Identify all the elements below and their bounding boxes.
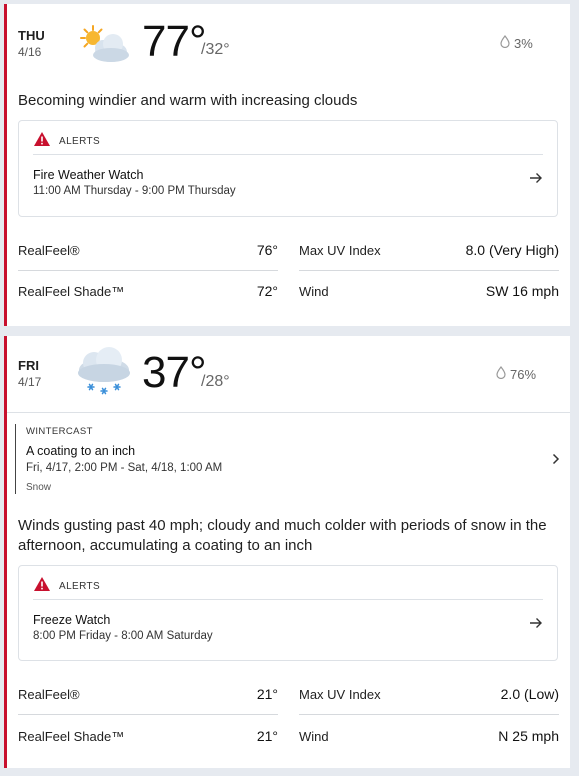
uv-index-row: Max UV Index 2.0 (Low): [299, 686, 559, 702]
raindrop-icon: [496, 366, 506, 382]
day-of-week: THU: [18, 28, 45, 43]
day-label: THU 4/16: [18, 28, 45, 60]
high-temperature: 77°: [142, 17, 207, 66]
alert-time: 11:00 AM Thursday - 9:00 PM Thursday: [33, 185, 236, 197]
alerts-label: ALERTS: [59, 581, 101, 592]
alert-card-freeze-watch[interactable]: ALERTS Freeze Watch 8:00 PM Friday - 8:0…: [18, 565, 558, 661]
uv-index-value: 8.0 (Very High): [465, 242, 559, 258]
realfeel-value: 21°: [256, 686, 278, 702]
wind-value: N 25 mph: [498, 728, 559, 744]
alert-header: ALERTS: [33, 131, 100, 152]
realfeel-shade-row: RealFeel Shade™ 21°: [18, 728, 278, 744]
partly-cloudy-sun-icon: [77, 22, 133, 71]
arrow-right-icon[interactable]: [529, 616, 543, 634]
realfeel-row: RealFeel® 76°: [18, 242, 278, 258]
realfeel-label: RealFeel®: [18, 686, 80, 702]
realfeel-shade-label: RealFeel Shade™: [18, 728, 125, 744]
wind-label: Wind: [299, 283, 329, 299]
realfeel-label: RealFeel®: [18, 242, 80, 258]
precip-value: 76%: [510, 366, 537, 382]
chevron-right-icon[interactable]: [552, 452, 560, 470]
alert-card-fire-weather[interactable]: ALERTS Fire Weather Watch 11:00 AM Thurs…: [18, 120, 558, 217]
snow-cloud-icon: [75, 346, 133, 403]
day-date: 4/16: [18, 45, 42, 59]
uv-index-label: Max UV Index: [299, 242, 381, 258]
uv-index-row: Max UV Index 8.0 (Very High): [299, 242, 559, 258]
wind-value: SW 16 mph: [485, 283, 559, 299]
precip-probability: 3%: [500, 35, 533, 51]
alert-divider: [33, 154, 543, 155]
alert-title: Freeze Watch: [33, 613, 111, 627]
section-divider: [7, 412, 570, 413]
day-card-friday[interactable]: FRI 4/17 37° /28° 76% WINTERCAST A coati…: [4, 336, 570, 768]
alerts-label: ALERTS: [59, 136, 101, 147]
uv-index-label: Max UV Index: [299, 686, 381, 702]
forecast-phrase: Winds gusting past 40 mph; cloudy and mu…: [18, 517, 547, 554]
uv-index-value: 2.0 (Low): [500, 686, 559, 702]
wintercast-panel[interactable]: WINTERCAST A coating to an inch Fri, 4/1…: [15, 424, 564, 494]
forecast-phrase: Becoming windier and warm with increasin…: [18, 92, 358, 109]
alert-title: Fire Weather Watch: [33, 168, 144, 182]
day-card-thursday[interactable]: THU 4/16 77° /32° 3% Becoming windier an…: [4, 4, 570, 326]
low-temperature: /32°: [201, 41, 230, 58]
day-date: 4/17: [18, 375, 42, 389]
wind-label: Wind: [299, 728, 329, 744]
detail-divider: [299, 270, 559, 271]
detail-divider: [18, 714, 278, 715]
warning-triangle-icon: [33, 131, 51, 152]
alert-header: ALERTS: [33, 576, 100, 597]
alert-time: 8:00 PM Friday - 8:00 AM Saturday: [33, 630, 213, 642]
warning-triangle-icon: [33, 576, 51, 597]
low-temperature: /28°: [201, 373, 230, 390]
realfeel-shade-row: RealFeel Shade™ 72°: [18, 283, 278, 299]
high-temperature: 37°: [142, 348, 207, 397]
wintercast-time: Fri, 4/17, 2:00 PM - Sat, 4/18, 1:00 AM: [26, 462, 223, 474]
realfeel-shade-label: RealFeel Shade™: [18, 283, 125, 299]
arrow-right-icon[interactable]: [529, 171, 543, 189]
wind-row: Wind N 25 mph: [299, 728, 559, 744]
realfeel-shade-value: 72°: [256, 283, 278, 299]
detail-divider: [299, 714, 559, 715]
precip-value: 3%: [514, 35, 533, 51]
wintercast-label: WINTERCAST: [26, 426, 93, 437]
detail-divider: [18, 270, 278, 271]
wintercast-type: Snow: [26, 482, 52, 493]
wintercast-title: A coating to an inch: [26, 444, 136, 458]
alert-divider: [33, 599, 543, 600]
realfeel-value: 76°: [256, 242, 278, 258]
realfeel-row: RealFeel® 21°: [18, 686, 278, 702]
day-of-week: FRI: [18, 358, 39, 373]
realfeel-shade-value: 21°: [256, 728, 278, 744]
day-label: FRI 4/17: [18, 358, 41, 390]
raindrop-icon: [500, 35, 510, 51]
precip-probability: 76%: [496, 366, 536, 382]
wind-row: Wind SW 16 mph: [299, 283, 559, 299]
